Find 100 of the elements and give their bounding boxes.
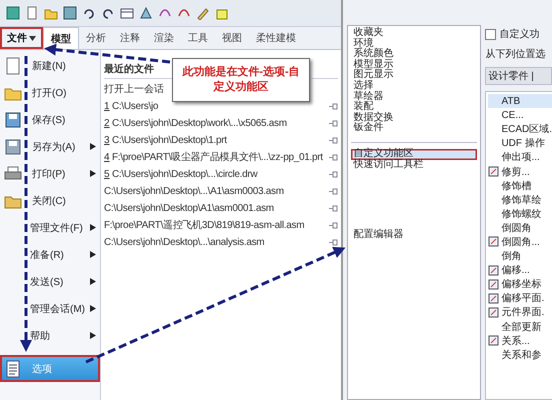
file-menu-item[interactable]: 帮助 [0, 322, 100, 349]
submenu-arrow-icon [90, 332, 96, 339]
options-category[interactable]: 图元显示 [351, 70, 478, 81]
submenu-arrow-icon [90, 251, 96, 258]
command-icon [488, 278, 500, 290]
options-category[interactable]: 系统颜色 [351, 49, 478, 60]
file-menu-item[interactable]: 打印(P) [0, 160, 100, 187]
pin-icon[interactable] [329, 102, 338, 110]
options-category[interactable]: 装配 [351, 102, 478, 113]
file-menu-item[interactable]: 管理会话(M) [0, 295, 100, 322]
command-item[interactable]: ECAD区域. [488, 122, 552, 136]
recent-file-item[interactable]: C:\Users\john\Desktop\A1\asm0001.asm [104, 201, 338, 215]
command-item[interactable]: 倒圆角 [488, 220, 552, 235]
triangle-icon[interactable] [139, 6, 153, 20]
command-item[interactable]: 偏移平面. [488, 291, 552, 306]
ribbon-tab[interactable]: 模型 [43, 27, 79, 49]
options-category[interactable]: 数据交换 [351, 112, 478, 124]
pin-icon[interactable] [329, 120, 338, 126]
pin-icon[interactable] [329, 238, 338, 246]
command-item[interactable]: 全部更新 [488, 320, 552, 334]
pencil-icon[interactable] [196, 6, 210, 20]
printer-icon [4, 164, 22, 182]
pin-icon[interactable] [329, 222, 338, 228]
command-item[interactable]: ATB [488, 94, 552, 108]
recent-file-item[interactable]: 3 C:\Users\john\Desktop\1.prt [104, 133, 338, 147]
app-icon[interactable] [6, 6, 20, 20]
file-menu-item[interactable]: 发送(S) [0, 268, 100, 295]
pin-icon[interactable] [329, 204, 338, 212]
customize-checkbox[interactable]: 自定义功 [485, 27, 552, 41]
recent-file-item[interactable]: 4 F:\proe\PART\吸尘器产品模具文件\...\zz-pp_01.prt [104, 150, 338, 164]
redo-icon[interactable] [101, 6, 115, 20]
command-icon [488, 306, 500, 318]
ribbon-tab[interactable]: 分析 [79, 27, 113, 49]
source-dropdown[interactable]: 设计零件 | [485, 67, 552, 85]
command-icon [488, 292, 500, 304]
options-category[interactable]: 自定义功能区 [351, 148, 478, 160]
file-menu-item[interactable]: 关闭(C) [0, 187, 100, 214]
command-item[interactable]: CE... [488, 108, 552, 122]
options-category[interactable]: 钣金件 [351, 123, 478, 134]
command-icon [488, 264, 500, 276]
file-menu-item[interactable]: 新建(N) [0, 52, 100, 79]
new-file-icon[interactable] [25, 6, 39, 20]
command-item[interactable]: 倒角 [488, 249, 552, 264]
choose-from-label: 从下列位置选 [485, 48, 546, 61]
recent-file-item[interactable]: C:\Users\john\Desktop\...\A1\asm0003.asm [104, 184, 338, 198]
floppy-icon[interactable] [63, 6, 77, 20]
command-icon [488, 236, 500, 248]
document-icon [4, 56, 22, 74]
command-item[interactable]: 元件界面. [488, 305, 552, 320]
command-item[interactable]: UDF 操作 [488, 136, 552, 150]
command-item[interactable]: 偏移... [488, 263, 552, 278]
window-icon[interactable] [120, 6, 134, 20]
list-icon [4, 360, 22, 378]
ribbon-tab[interactable]: 文件 [0, 27, 43, 49]
options-category[interactable]: 快速访问工具栏 [351, 160, 478, 170]
submenu-arrow-icon [90, 305, 96, 312]
command-icon [488, 166, 500, 178]
file-menu-item[interactable]: 保存(S) [0, 106, 100, 133]
caret-icon [29, 36, 36, 40]
pin-icon[interactable] [329, 170, 338, 178]
recent-file-item[interactable]: C:\Users\john\Desktop\...\analysis.asm [104, 235, 338, 249]
file-menu-item[interactable]: 打开(O) [0, 79, 100, 106]
file-menu-item[interactable]: 另存为(A) [0, 133, 100, 160]
ribbon-tab[interactable]: 渲染 [147, 27, 181, 49]
options-category[interactable]: 收藏夹 [351, 28, 478, 39]
submenu-arrow-icon [90, 224, 96, 231]
submenu-arrow-icon [90, 143, 96, 150]
recent-file-item[interactable]: 5 C:\Users\john\Desktop\...\circle.drw [104, 167, 338, 181]
pin-icon[interactable] [329, 188, 338, 194]
command-item[interactable]: 关系... [488, 334, 552, 348]
command-item[interactable]: 修饰草绘 [488, 192, 552, 207]
file-menu-item[interactable]: 管理文件(F) [0, 214, 100, 241]
options-category[interactable]: 选择 [351, 80, 478, 92]
floppy-icon [4, 138, 22, 156]
recent-file-item[interactable]: 2 C:\Users\john\Desktop\work\...\x5065.asm [104, 116, 338, 130]
command-item[interactable]: 修饰螺纹 [488, 206, 552, 221]
command-item[interactable]: 倒圆角... [488, 234, 552, 250]
command-item[interactable]: 伸出项... [488, 150, 552, 164]
open-last-session-link[interactable]: 打开上一会话 [104, 82, 164, 96]
recent-file-item[interactable]: F:\proe\PART\遥控飞机3D\819\819-asm-all.asm [104, 218, 338, 232]
submenu-arrow-icon [90, 278, 96, 285]
options-category[interactable]: 模型显示 [351, 60, 478, 70]
annotation-callout: 此功能是在文件-选项-自定义功能区 [172, 58, 310, 102]
submenu-arrow-icon [90, 170, 96, 177]
pin-icon[interactable] [329, 154, 338, 160]
ribbon-tab[interactable]: 视图 [215, 27, 249, 49]
floppy-icon [4, 110, 22, 128]
ribbon-tab[interactable]: 工具 [181, 27, 215, 49]
ribbon-tab[interactable]: 注释 [113, 27, 147, 49]
pin-icon[interactable] [329, 136, 338, 144]
ribbon-tab[interactable]: 柔性建模 [249, 27, 303, 49]
command-item[interactable]: 偏移坐标 [488, 277, 552, 292]
command-item[interactable]: 修饰槽 [488, 178, 552, 193]
command-item[interactable]: 关系和参 [488, 348, 552, 362]
file-menu-item[interactable]: 准备(R) [0, 241, 100, 268]
options-category[interactable]: 配置编辑器 [351, 230, 478, 241]
recent-file-item[interactable]: 1 C:\Users\jo [104, 99, 338, 113]
command-item[interactable]: 修剪... [488, 164, 552, 179]
undo-icon[interactable] [82, 6, 96, 20]
command-icon [488, 335, 500, 346]
